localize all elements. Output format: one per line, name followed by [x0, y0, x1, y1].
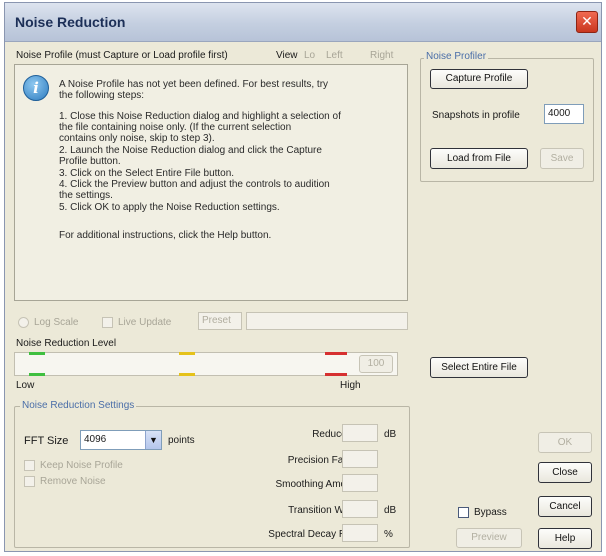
select-entire-file-button[interactable]: Select Entire File	[430, 357, 528, 378]
info-intro-1: A Noise Profile has not yet been defined…	[59, 79, 329, 90]
precision-factor-input[interactable]	[342, 450, 378, 468]
chevron-down-icon[interactable]: ▼	[145, 431, 161, 449]
preset-value-field[interactable]	[246, 312, 408, 330]
live-update-label: Live Update	[118, 317, 172, 328]
slider-mid-marker	[179, 352, 195, 355]
info-step-line: the file containing noise only. (If the …	[59, 122, 292, 133]
spectral-decay-unit: %	[384, 529, 393, 540]
slider-low-marker	[29, 352, 45, 355]
capture-profile-button[interactable]: Capture Profile	[430, 69, 528, 89]
info-step-line: Profile button.	[59, 156, 121, 167]
fft-size-value: 4096	[84, 434, 107, 445]
fft-points-label: points	[168, 435, 195, 446]
noise-profile-header: Noise Profile (must Capture or Load prof…	[16, 50, 228, 61]
slider-low-marker	[29, 373, 45, 376]
info-step-line: 5. Click OK to apply the Noise Reduction…	[59, 202, 280, 213]
reduce-by-unit: dB	[384, 429, 397, 440]
transition-width-unit: dB	[384, 505, 397, 516]
info-step-line: 4. Click the Preview button and adjust t…	[59, 179, 330, 190]
help-button[interactable]: Help	[538, 528, 592, 549]
close-button[interactable]: Close	[538, 462, 592, 483]
info-icon: i	[23, 75, 49, 101]
slider-high-marker	[325, 373, 347, 376]
level-value-field[interactable]: 100	[359, 355, 393, 373]
view-option-lo[interactable]: Lo	[304, 50, 315, 61]
save-profile-button[interactable]: Save	[540, 148, 584, 169]
bypass-label: Bypass	[474, 507, 507, 518]
load-from-file-button[interactable]: Load from File	[430, 148, 528, 169]
fft-size-label: FFT Size	[24, 435, 69, 447]
reduce-by-input[interactable]	[342, 424, 378, 442]
close-window-button[interactable]: ✕	[576, 11, 598, 33]
window-title: Noise Reduction	[15, 14, 126, 30]
level-high-label: High	[340, 380, 361, 391]
preview-button[interactable]: Preview	[456, 528, 522, 548]
noise-profile-display: i A Noise Profile has not yet been defin…	[14, 64, 408, 301]
info-step-line: the settings.	[59, 190, 113, 201]
smoothing-amount-input[interactable]	[342, 474, 378, 492]
title-bar[interactable]: Noise Reduction ✕	[5, 3, 601, 42]
noise-profiler-label: Noise Profiler	[424, 51, 489, 62]
info-step-line: 1. Close this Noise Reduction dialog and…	[59, 111, 341, 122]
snapshots-label: Snapshots in profile	[432, 110, 520, 121]
level-low-label: Low	[16, 380, 35, 391]
info-intro-2: the following steps:	[59, 90, 145, 101]
view-label: View	[276, 50, 298, 61]
log-scale-label: Log Scale	[34, 317, 79, 328]
cancel-button[interactable]: Cancel	[538, 496, 592, 517]
preset-field[interactable]: Preset	[198, 312, 242, 330]
info-step-line: 2. Launch the Noise Reduction dialog and…	[59, 145, 322, 156]
remove-noise-label: Remove Noise	[40, 476, 106, 487]
live-update-checkbox[interactable]	[102, 317, 113, 328]
info-footer: For additional instructions, click the H…	[59, 230, 272, 241]
remove-noise-checkbox[interactable]	[24, 476, 35, 487]
settings-label: Noise Reduction Settings	[20, 400, 137, 411]
spectral-decay-input[interactable]	[342, 524, 378, 542]
noise-reduction-level-slider[interactable]: 100	[14, 352, 398, 376]
view-option-right[interactable]: Right	[370, 50, 393, 61]
info-step-line: 3. Click on the Select Entire File butto…	[59, 168, 235, 179]
info-step-line: contains only noise, skip to step 3).	[59, 133, 215, 144]
slider-high-marker	[325, 352, 347, 355]
keep-noise-profile-checkbox[interactable]	[24, 460, 35, 471]
snapshots-input[interactable]: 4000	[544, 104, 584, 124]
log-scale-radio[interactable]	[18, 317, 29, 328]
noise-reduction-level-label: Noise Reduction Level	[16, 338, 117, 349]
keep-noise-profile-label: Keep Noise Profile	[40, 460, 123, 471]
view-option-left[interactable]: Left	[326, 50, 343, 61]
slider-mid-marker	[179, 373, 195, 376]
fft-size-select[interactable]: 4096 ▼	[80, 430, 162, 450]
transition-width-input[interactable]	[342, 500, 378, 518]
close-icon: ✕	[581, 14, 593, 30]
ok-button[interactable]: OK	[538, 432, 592, 453]
bypass-checkbox[interactable]	[458, 507, 469, 518]
